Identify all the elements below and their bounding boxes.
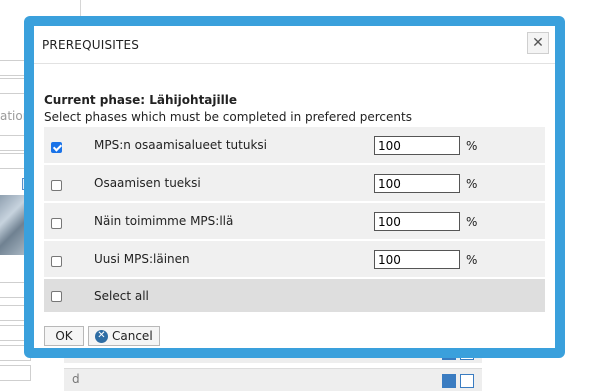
ok-label: OK [55, 329, 73, 343]
select-all-row: Select all [44, 279, 545, 314]
percent-sign: % [466, 215, 478, 229]
current-phase-label: Current phase: Lähijohtajille [44, 93, 237, 107]
select-all-label: Select all [94, 289, 149, 303]
close-icon: ✕ [532, 35, 544, 51]
phases-table: MPS:n osaamisalueet tutuksi % Osaamisen … [44, 127, 545, 314]
dialog-title: PREREQUISITES [42, 38, 140, 52]
percent-sign: % [466, 139, 478, 153]
cancel-button[interactable]: ✕ Cancel [88, 326, 160, 346]
background-dropdown-icon [460, 374, 474, 388]
select-all-checkbox[interactable] [51, 291, 62, 302]
percent-input[interactable] [374, 174, 460, 193]
phase-checkbox[interactable] [51, 142, 62, 153]
phase-checkbox[interactable] [51, 180, 62, 191]
phase-row: MPS:n osaamisalueet tutuksi % [44, 127, 545, 165]
phase-row: Uusi MPS:läinen % [44, 241, 545, 279]
ok-button[interactable]: OK [44, 326, 84, 346]
background-row-label: d [72, 372, 80, 386]
phase-checkbox[interactable] [51, 218, 62, 229]
dialog-titlebar: PREREQUISITES ✕ [34, 26, 555, 64]
percent-sign: % [466, 177, 478, 191]
cancel-x-icon: ✕ [95, 329, 108, 343]
percent-input[interactable] [374, 250, 460, 269]
phase-row: Osaamisen tueksi % [44, 165, 545, 203]
percent-input[interactable] [374, 212, 460, 231]
close-button[interactable]: ✕ [527, 32, 549, 54]
percent-sign: % [466, 253, 478, 267]
percent-input[interactable] [374, 136, 460, 155]
phase-label: MPS:n osaamisalueet tutuksi [94, 138, 267, 152]
phase-label: Näin toimimme MPS:llä [94, 214, 234, 228]
phase-checkbox[interactable] [51, 256, 62, 267]
background-thumbnail [0, 195, 26, 255]
background-row: d [64, 368, 482, 391]
background-field [0, 365, 31, 381]
phase-row: Näin toimimme MPS:llä % [44, 203, 545, 241]
phase-label: Uusi MPS:läinen [94, 252, 190, 266]
instructions-text: Select phases which must be completed in… [44, 110, 412, 124]
prerequisites-dialog: PREREQUISITES ✕ Current phase: Lähijohta… [24, 16, 565, 358]
background-image-icon [442, 374, 456, 388]
dialog-body: PREREQUISITES ✕ Current phase: Lähijohta… [34, 26, 555, 348]
phase-label: Osaamisen tueksi [94, 176, 201, 190]
cancel-label: Cancel [112, 329, 153, 343]
